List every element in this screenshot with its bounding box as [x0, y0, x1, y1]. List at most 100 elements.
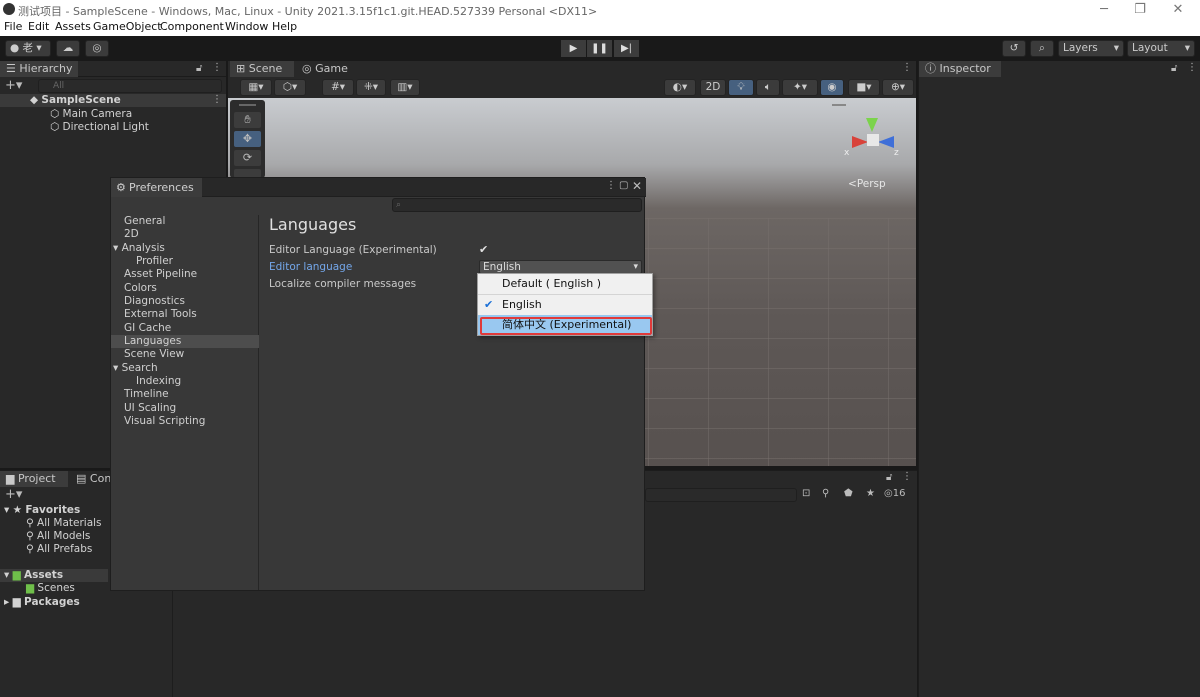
step-button[interactable]: ▶| [614, 40, 639, 57]
menu-assets[interactable]: Assets [55, 20, 91, 33]
menu-edit[interactable]: Edit [28, 20, 49, 33]
camera-dropdown[interactable]: ■▾ [848, 79, 880, 96]
search-by-type-icon[interactable]: ⊡ [802, 488, 810, 499]
scene-kebab-icon[interactable]: ⋮ [212, 94, 222, 105]
favorite-all-materials[interactable]: ⚲ All Materials [26, 517, 102, 530]
sidebar-item-scene-view[interactable]: Scene View [111, 348, 259, 361]
toggle-2d-button[interactable]: 2D [700, 79, 726, 96]
z-axis-cone[interactable] [878, 136, 894, 148]
persp-toggle[interactable]: <Persp [848, 178, 886, 190]
sidebar-item-asset-pipeline[interactable]: Asset Pipeline [111, 268, 259, 281]
scene-root-item[interactable]: ◆ SampleScene [0, 94, 226, 107]
maximize-icon[interactable]: ▢ [619, 180, 628, 191]
cloud-icon[interactable]: ☁ [56, 40, 80, 57]
sidebar-item-2d[interactable]: 2D [111, 228, 259, 241]
assets-folder[interactable]: ▾ ▆ Assets [0, 569, 108, 582]
scene-gizmo[interactable]: x z [844, 112, 899, 162]
pause-button[interactable]: ❚❚ [587, 40, 612, 57]
preferences-search-input[interactable]: ⌕ [392, 198, 642, 212]
sidebar-item-diagnostics[interactable]: Diagnostics [111, 295, 259, 308]
restore-icon[interactable]: ❐ [1130, 2, 1150, 17]
hierarchy-search-input[interactable]: All [38, 79, 222, 93]
project-search-input[interactable] [645, 488, 797, 502]
render-mode-dropdown[interactable]: ◐▾ [664, 79, 696, 96]
minimize-icon[interactable]: ─ [1094, 2, 1114, 17]
sidebar-item-general[interactable]: General [111, 215, 259, 228]
tag-icon[interactable]: ⬟ [844, 488, 853, 499]
kebab-menu-icon[interactable]: ⋮ [212, 62, 222, 73]
packages-folder[interactable]: ▸ ▆ Packages [4, 596, 80, 609]
hidden-objects-icon[interactable]: ◉ [820, 79, 844, 96]
layers-dropdown[interactable]: Layers ▾ [1058, 40, 1124, 57]
gizmo-center-cube[interactable] [867, 134, 879, 146]
kebab-menu-icon[interactable]: ⋮ [606, 180, 616, 191]
favorite-all-models[interactable]: ⚲ All Models [26, 530, 90, 543]
search-icon[interactable]: ⌕ [1030, 40, 1054, 57]
create-asset-button[interactable]: +▾ [5, 487, 22, 502]
grid-snap-dropdown[interactable]: ⁜▾ [356, 79, 386, 96]
sidebar-item-ui-scaling[interactable]: UI Scaling [111, 402, 259, 415]
tree-item-main-camera[interactable]: ⬡ Main Camera [50, 108, 132, 121]
tab-inspector[interactable]: ⓘ Inspector [919, 61, 1001, 77]
hand-tool-icon[interactable]: ✋︎ [234, 112, 261, 128]
tab-game[interactable]: ◎ Game [296, 61, 356, 77]
sidebar-item-search[interactable]: ▾ Search [111, 362, 259, 375]
close-window-icon[interactable]: ✕ [1168, 2, 1188, 17]
favorite-star-icon[interactable]: ★ [866, 488, 875, 499]
sidebar-item-external-tools[interactable]: External Tools [111, 308, 259, 321]
account-dropdown[interactable]: ● 老 ▾ [5, 40, 51, 57]
sidebar-item-gi-cache[interactable]: GI Cache [111, 322, 259, 335]
search-by-label-icon[interactable]: ⚲ [822, 488, 829, 499]
sidebar-item-indexing[interactable]: Indexing [111, 375, 259, 388]
collab-icon[interactable]: ◎ [85, 40, 109, 57]
lock-icon[interactable]: 🔓︎ [1171, 63, 1177, 74]
sidebar-item-profiler[interactable]: Profiler [111, 255, 259, 268]
menu-help[interactable]: Help [272, 20, 297, 33]
y-axis-cone[interactable] [866, 118, 878, 132]
overlay-grip-icon[interactable] [239, 104, 256, 106]
sidebar-item-timeline[interactable]: Timeline [111, 388, 259, 401]
menu-item-english[interactable]: ✔ English [478, 295, 652, 315]
increment-snap-dropdown[interactable]: ▥▾ [390, 79, 420, 96]
editor-language-dropdown[interactable]: English ▾ [479, 260, 642, 274]
add-object-button[interactable]: +▾ [5, 78, 22, 93]
layout-dropdown[interactable]: Layout ▾ [1127, 40, 1195, 57]
tree-item-directional-light[interactable]: ⬡ Directional Light [50, 121, 149, 134]
scenes-folder[interactable]: ▆ Scenes [26, 582, 75, 595]
menu-item-default-english[interactable]: Default ( English ) [478, 274, 652, 294]
rotate-tool-icon[interactable]: ⟳ [234, 150, 261, 166]
tab-console[interactable]: ▤ Cons [70, 471, 110, 487]
shape-dropdown[interactable]: ⬡▾ [274, 79, 306, 96]
kebab-menu-icon[interactable]: ⋮ [1187, 62, 1197, 73]
snap-grid-dropdown[interactable]: #▾ [322, 79, 354, 96]
menu-component[interactable]: Component [160, 20, 224, 33]
lock-icon[interactable]: 🔓︎ [196, 63, 202, 74]
effects-dropdown[interactable]: ✦▾ [782, 79, 818, 96]
sidebar-item-languages[interactable]: Languages [111, 335, 259, 348]
tab-project[interactable]: ▆ Project [0, 471, 68, 487]
audio-icon[interactable]: 🔈︎ [756, 79, 780, 96]
close-icon[interactable]: ✕ [632, 179, 642, 193]
gizmos-dropdown[interactable]: ⊕▾ [882, 79, 914, 96]
play-button[interactable]: ▶ [561, 40, 586, 57]
history-icon[interactable]: ↺ [1002, 40, 1026, 57]
preferences-tab[interactable]: ⚙ Preferences [111, 178, 202, 197]
overlay-handle-icon[interactable] [832, 104, 846, 106]
lighting-icon[interactable]: 💡︎ [728, 79, 754, 96]
kebab-menu-icon[interactable]: ⋮ [902, 471, 912, 482]
menu-window[interactable]: Window [225, 20, 268, 33]
hidden-packages-toggle[interactable]: ◎16 [884, 488, 905, 499]
lock-icon[interactable]: 🔓︎ [886, 472, 892, 483]
favorite-all-prefabs[interactable]: ⚲ All Prefabs [26, 543, 92, 556]
menu-gameobject[interactable]: GameObject [93, 20, 162, 33]
move-tool-icon[interactable]: ✥ [234, 131, 261, 147]
tab-hierarchy[interactable]: ☰ Hierarchy [0, 61, 78, 77]
kebab-menu-icon[interactable]: ⋮ [902, 62, 912, 73]
editor-language-experimental-checkbox[interactable]: ✔ [479, 244, 491, 256]
favorites-folder[interactable]: ▾ ★ Favorites [4, 504, 80, 517]
draw-mode-dropdown[interactable]: ▦▾ [240, 79, 272, 96]
tab-scene[interactable]: ⊞ Scene [230, 61, 294, 77]
x-axis-cone[interactable] [852, 136, 868, 148]
sidebar-item-analysis[interactable]: ▾ Analysis [111, 242, 259, 255]
menu-file[interactable]: File [4, 20, 22, 33]
